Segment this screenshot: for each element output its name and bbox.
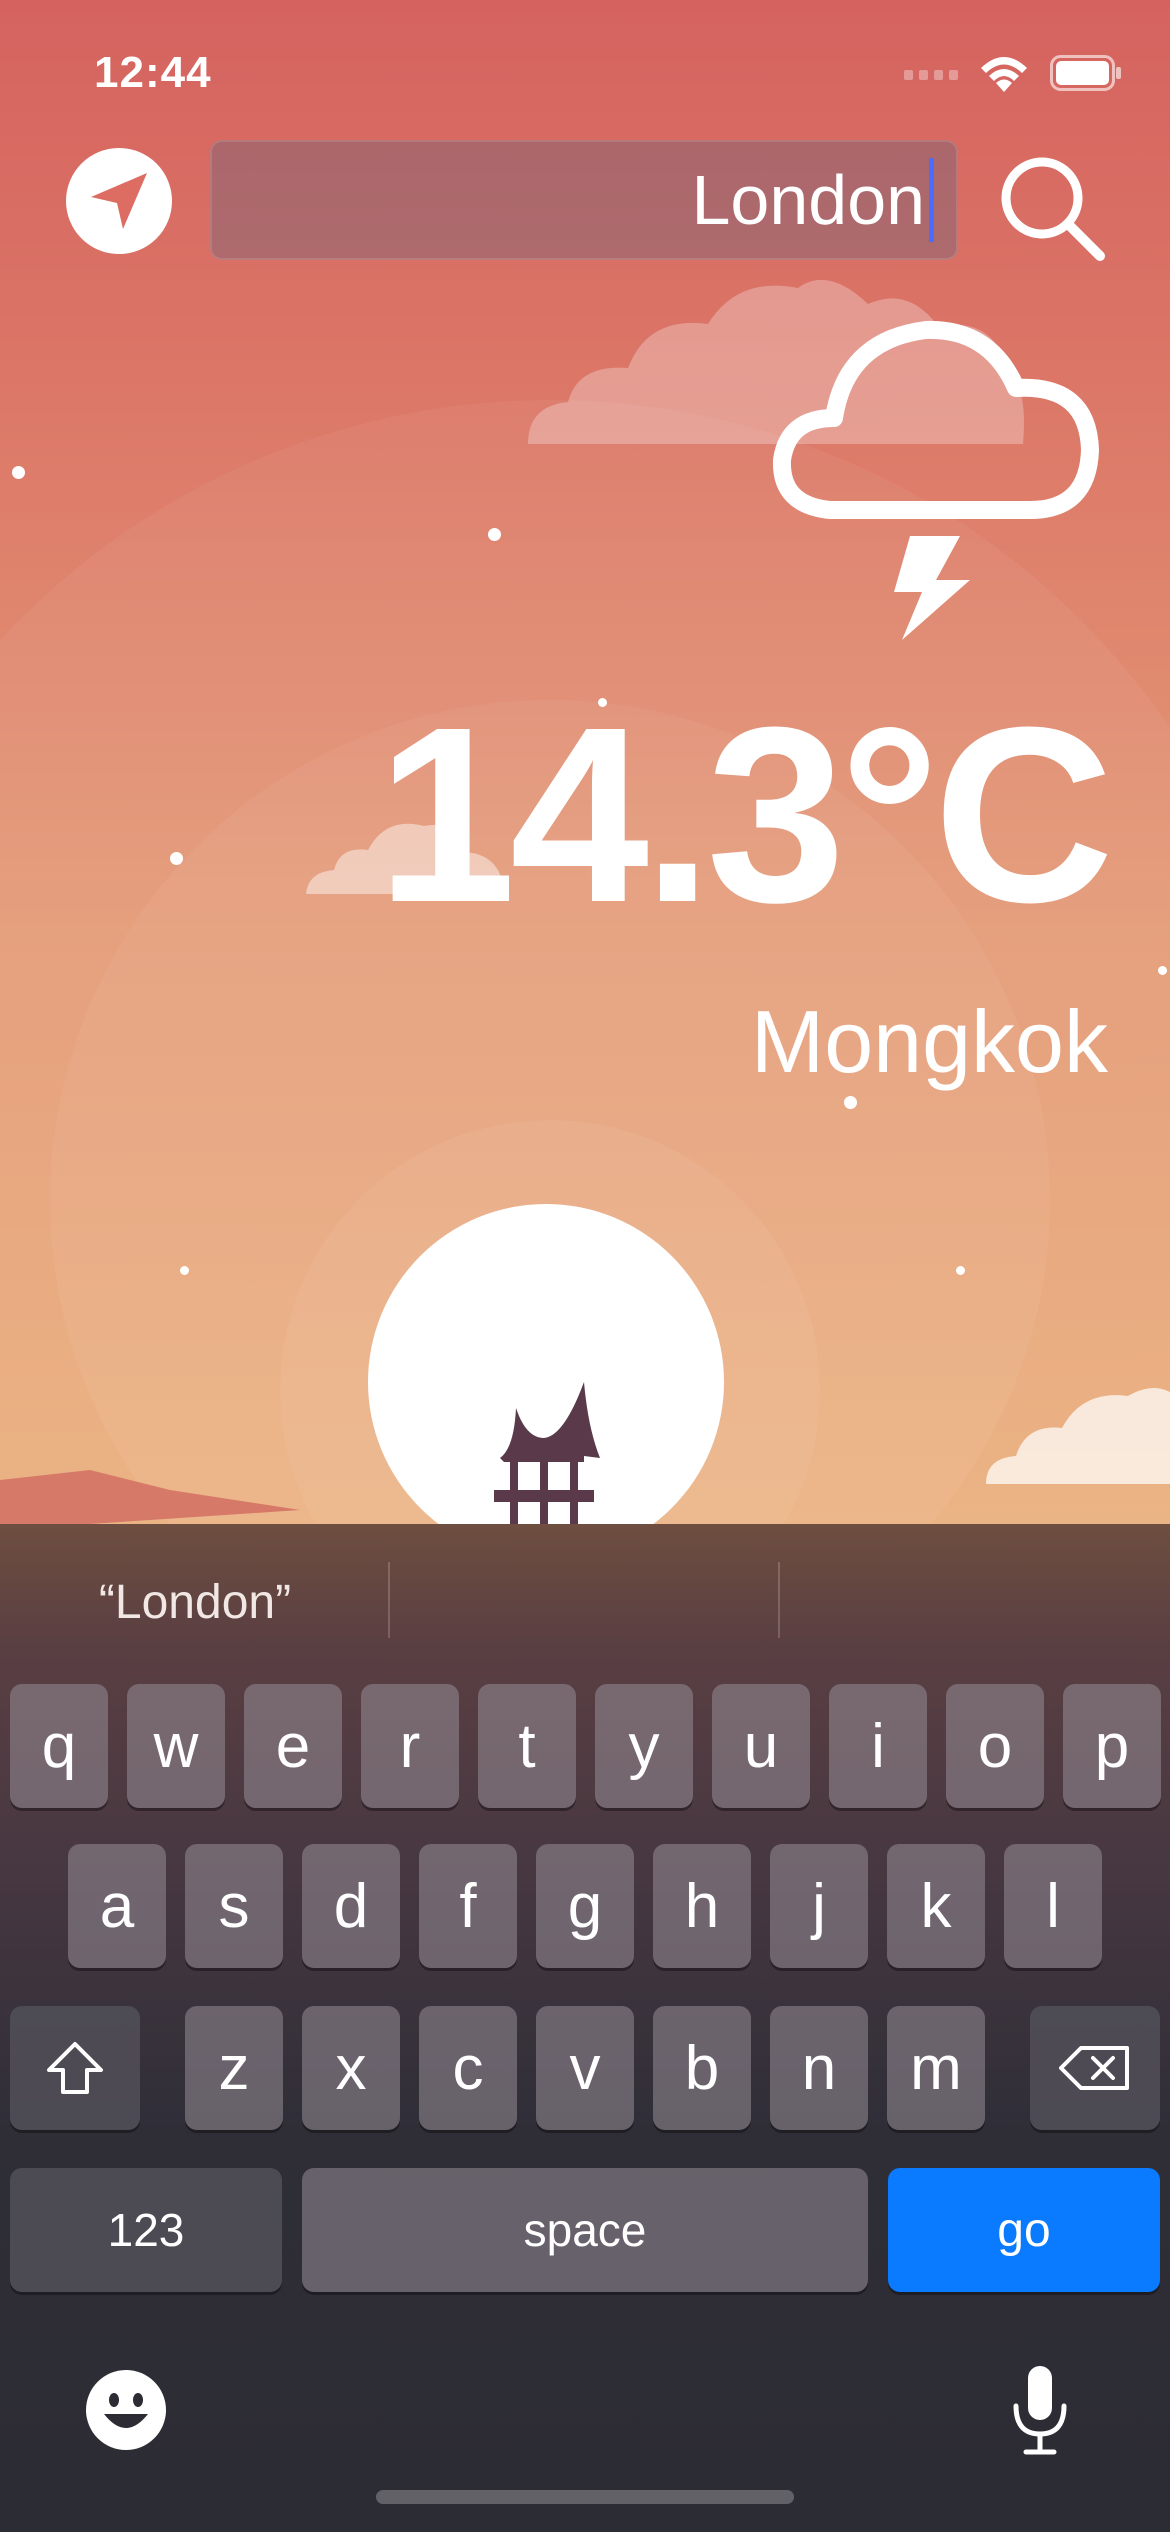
emoji-icon[interactable] (84, 2368, 168, 2452)
wifi-icon (981, 57, 1027, 92)
city-search-input[interactable] (212, 159, 928, 241)
space-key[interactable]: space (302, 2168, 868, 2292)
weather-background: 12:44 14.3°C M (0, 0, 1170, 1524)
star (170, 852, 183, 865)
microphone-icon[interactable] (1010, 2364, 1070, 2456)
key-d[interactable]: d (302, 1844, 400, 1968)
key-z[interactable]: z (185, 2006, 283, 2130)
key-e[interactable]: e (244, 1684, 342, 1808)
suggestion-item[interactable] (390, 1524, 780, 1680)
status-icons (904, 54, 1122, 92)
key-r[interactable]: r (361, 1684, 459, 1808)
pagoda-silhouette (494, 1382, 600, 1524)
home-indicator[interactable] (376, 2490, 794, 2504)
key-p[interactable]: p (1063, 1684, 1161, 1808)
key-c[interactable]: c (419, 2006, 517, 2130)
star (1158, 966, 1167, 975)
battery-icon (1050, 55, 1121, 91)
current-location-button[interactable] (66, 148, 172, 254)
shift-icon (47, 2042, 103, 2094)
text-caret (929, 158, 934, 242)
key-g[interactable]: g (536, 1844, 634, 1968)
key-m[interactable]: m (887, 2006, 985, 2130)
cloud-lightning-icon (772, 320, 1099, 640)
key-q[interactable]: q (10, 1684, 108, 1808)
key-a[interactable]: a (68, 1844, 166, 1968)
star (956, 1266, 965, 1275)
temperature-value: 14.3°C (376, 675, 1114, 954)
star (488, 528, 501, 541)
go-key[interactable]: go (888, 2168, 1160, 2292)
suggestion-item[interactable]: “London” (0, 1524, 390, 1680)
star (180, 1266, 189, 1275)
key-t[interactable]: t (478, 1684, 576, 1808)
key-h[interactable]: h (653, 1844, 751, 1968)
star (844, 1096, 857, 1109)
key-n[interactable]: n (770, 2006, 868, 2130)
predictive-bar: “London” (0, 1524, 1170, 1680)
delete-key[interactable] (1030, 2006, 1160, 2130)
key-y[interactable]: y (595, 1684, 693, 1808)
suggestion-item[interactable] (780, 1524, 1170, 1680)
background-cloud-right (986, 1388, 1170, 1484)
location-arrow-icon (91, 173, 147, 229)
key-s[interactable]: s (185, 1844, 283, 1968)
shift-key[interactable] (10, 2006, 140, 2130)
key-i[interactable]: i (829, 1684, 927, 1808)
key-l[interactable]: l (1004, 1844, 1102, 1968)
key-w[interactable]: w (127, 1684, 225, 1808)
backspace-icon (1059, 2046, 1129, 2090)
key-k[interactable]: k (887, 1844, 985, 1968)
star (12, 466, 25, 479)
numbers-key[interactable]: 123 (10, 2168, 282, 2292)
key-v[interactable]: v (536, 2006, 634, 2130)
city-search-field[interactable] (210, 140, 958, 260)
search-icon[interactable] (996, 152, 1106, 262)
key-u[interactable]: u (712, 1684, 810, 1808)
key-o[interactable]: o (946, 1684, 1044, 1808)
key-x[interactable]: x (302, 2006, 400, 2130)
mountain-silhouette (0, 1470, 300, 1524)
status-time: 12:44 (94, 48, 212, 97)
key-b[interactable]: b (653, 2006, 751, 2130)
key-j[interactable]: j (770, 1844, 868, 1968)
cellular-signal-icon (904, 70, 958, 80)
city-name: Mongkok (750, 992, 1108, 1091)
key-f[interactable]: f (419, 1844, 517, 1968)
suggestion-label: “London” (98, 1575, 292, 1629)
keyboard: “London” q w e r t y u i o p a s d f g h… (0, 1524, 1170, 2532)
